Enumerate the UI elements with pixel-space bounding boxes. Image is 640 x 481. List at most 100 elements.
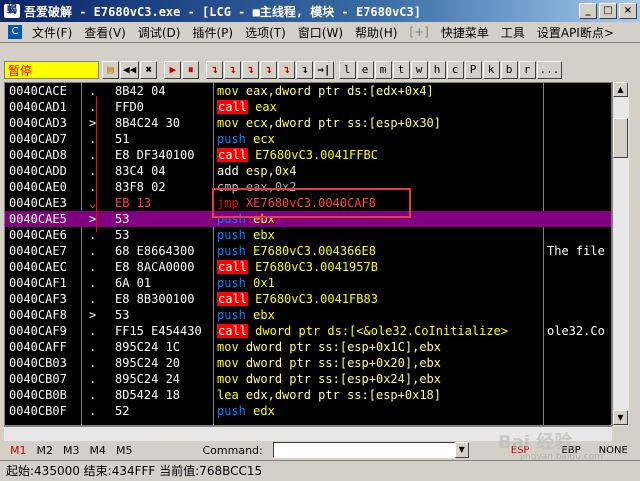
references-button[interactable]: r: [518, 61, 536, 79]
toolbar: ▤ ◀◀ ✖ ▶ ⏸ ↴ ↴ ↴ ↴ ↴ ↴ →| l e m t w h c …: [102, 61, 563, 79]
disasm-row[interactable]: 0040CB07. 895C24 24 mov dword ptr ss:[esp+…: [5, 371, 611, 387]
patches-button[interactable]: P: [464, 61, 482, 79]
disasm-row[interactable]: 0040CB0F. 52 push edx: [5, 403, 611, 419]
operands: eax,dword ptr ds:[edx+0x4]: [245, 84, 434, 98]
opcode: mov: [217, 340, 239, 354]
scroll-down-icon[interactable]: ▼: [613, 410, 628, 425]
operands: edx: [253, 404, 275, 418]
run-icon[interactable]: ▶: [164, 61, 182, 79]
hex-bytes: E8 DF340100: [115, 148, 195, 162]
menu-shortcuts[interactable]: 快捷菜单: [435, 24, 495, 41]
instruction: push ebx: [217, 227, 275, 243]
goto-origin-icon[interactable]: →|: [314, 61, 334, 79]
menu-debug[interactable]: 调试(D): [132, 24, 187, 41]
menu-view[interactable]: 查看(V): [78, 24, 132, 41]
menu-help[interactable]: 帮助(H): [349, 24, 403, 41]
opcode: lea: [217, 388, 239, 402]
scroll-thumb[interactable]: [613, 118, 628, 158]
menu-expand[interactable]: [+]: [403, 25, 434, 39]
call-stack-button[interactable]: k: [482, 61, 500, 79]
trace-over-icon[interactable]: ↴: [260, 61, 278, 79]
step-into-icon[interactable]: ↴: [206, 61, 224, 79]
step-over-icon[interactable]: ↴: [224, 61, 242, 79]
hex-bytes: FF15 E454430: [115, 324, 202, 338]
executables-button[interactable]: e: [356, 61, 374, 79]
breakpoints-button[interactable]: b: [500, 61, 518, 79]
operands: E7680vC3.004366E8: [253, 244, 376, 258]
go-to-icon[interactable]: ↴: [296, 61, 314, 79]
disasm-row[interactable]: 0040CAE7. 68 E8664300 push E7680vC3.004366…: [5, 243, 611, 259]
address: 0040CB0F: [9, 404, 67, 418]
comment: ole32.Co: [547, 324, 605, 338]
disasm-row[interactable]: 0040CAF3. E8 8B300100 call E7680vC3.0041FB…: [5, 291, 611, 307]
watermark: Bai 经验: [498, 432, 573, 453]
command-input[interactable]: [272, 442, 455, 458]
hex-bytes: 83C4 04: [115, 164, 166, 178]
flow-mark: .: [89, 292, 97, 306]
command-dropdown-icon[interactable]: ▼: [454, 442, 469, 458]
mark-m1[interactable]: M1: [10, 444, 27, 457]
address: 0040CAFF: [9, 340, 67, 354]
instruction: push E7680vC3.004366E8: [217, 243, 376, 259]
flow-mark: .: [89, 404, 97, 418]
window-title: 吾爱破解 - E7680vC3.exe - [LCG - ■主线程, 模块 - …: [24, 4, 421, 19]
scroll-up-icon[interactable]: ▲: [613, 82, 628, 97]
mark-m4[interactable]: M4: [90, 444, 107, 457]
flow-mark: .: [89, 276, 97, 290]
open-folder-icon[interactable]: ▤: [102, 61, 119, 79]
disasm-row[interactable]: 0040CAF1. 6A 01 push 0x1: [5, 275, 611, 291]
instruction: lea edx,dword ptr ss:[esp+0x18]: [217, 387, 441, 403]
disasm-row[interactable]: 0040CB0B. 8D5424 18 lea edx,dword ptr ss:[…: [5, 387, 611, 403]
menu-file[interactable]: 文件(F): [26, 24, 78, 41]
memory-map-button[interactable]: m: [374, 61, 392, 79]
handles-button[interactable]: h: [428, 61, 446, 79]
close-process-icon[interactable]: ✖: [140, 61, 158, 79]
mark-m2[interactable]: M2: [37, 444, 54, 457]
restart-icon[interactable]: ◀◀: [120, 61, 140, 79]
disasm-row[interactable]: 0040CAFF. 895C24 1C mov dword ptr ss:[esp+…: [5, 339, 611, 355]
log-window-button[interactable]: l: [338, 61, 356, 79]
address: 0040CAF8: [9, 308, 67, 322]
instruction: add esp,0x4: [217, 163, 297, 179]
minimize-button[interactable]: _: [579, 3, 597, 19]
hex-bytes: 8B42 04: [115, 84, 166, 98]
cpu-button[interactable]: c: [446, 61, 464, 79]
opcode: push: [217, 276, 246, 290]
vertical-scrollbar[interactable]: ▲ ▼: [612, 82, 629, 426]
menu-tools[interactable]: 工具: [495, 24, 531, 41]
app-icon: 蝎: [4, 4, 20, 18]
hex-bytes: 53: [115, 308, 130, 322]
mark-m3[interactable]: M3: [63, 444, 80, 457]
operands: ecx,dword ptr ss:[esp+0x30]: [245, 116, 441, 130]
flow-mark: .: [89, 324, 97, 338]
opcode: mov: [217, 84, 239, 98]
disasm-row[interactable]: 0040CAEC. E8 8ACA0000 call E7680vC3.004195…: [5, 259, 611, 275]
execute-till-return-icon[interactable]: ↴: [278, 61, 296, 79]
menu-options[interactable]: 选项(T): [239, 24, 292, 41]
disasm-row[interactable]: 0040CAF8 >53 push ebx: [5, 307, 611, 323]
operands: dword ptr ss:[esp+0x1C],ebx: [245, 340, 441, 354]
trace-into-icon[interactable]: ↴: [242, 61, 260, 79]
windows-button[interactable]: w: [410, 61, 428, 79]
close-button[interactable]: ×: [619, 3, 637, 19]
hex-bytes: 8B4C24 30: [115, 116, 181, 130]
more-button[interactable]: ...: [536, 61, 563, 79]
flow-mark: .: [89, 340, 97, 354]
mdi-icon[interactable]: C: [8, 25, 22, 39]
opcode: mov: [217, 372, 239, 386]
hex-bytes: 895C24 20: [115, 356, 181, 370]
hex-bytes: 83F8 02: [115, 180, 166, 194]
threads-button[interactable]: t: [392, 61, 410, 79]
menu-api-breakpoints[interactable]: 设置API断点>: [531, 24, 620, 41]
disasm-row[interactable]: 0040CAF9. FF15 E454430 call dword ptr ds:[…: [5, 323, 611, 339]
disasm-row[interactable]: 0040CB03. 895C24 20 mov dword ptr ss:[esp+…: [5, 355, 611, 371]
status-bar: 起始:435000 结束:434FFF 当前值:768BCC15: [0, 460, 640, 481]
debug-status: 暂停: [4, 61, 99, 79]
operands: 0x1: [253, 276, 275, 290]
menu-plugins[interactable]: 插件(P): [186, 24, 239, 41]
menu-window[interactable]: 窗口(W): [292, 24, 349, 41]
opcode: push: [217, 132, 246, 146]
mark-m5[interactable]: M5: [116, 444, 133, 457]
pause-icon[interactable]: ⏸: [182, 61, 200, 79]
maximize-button[interactable]: □: [599, 3, 617, 19]
